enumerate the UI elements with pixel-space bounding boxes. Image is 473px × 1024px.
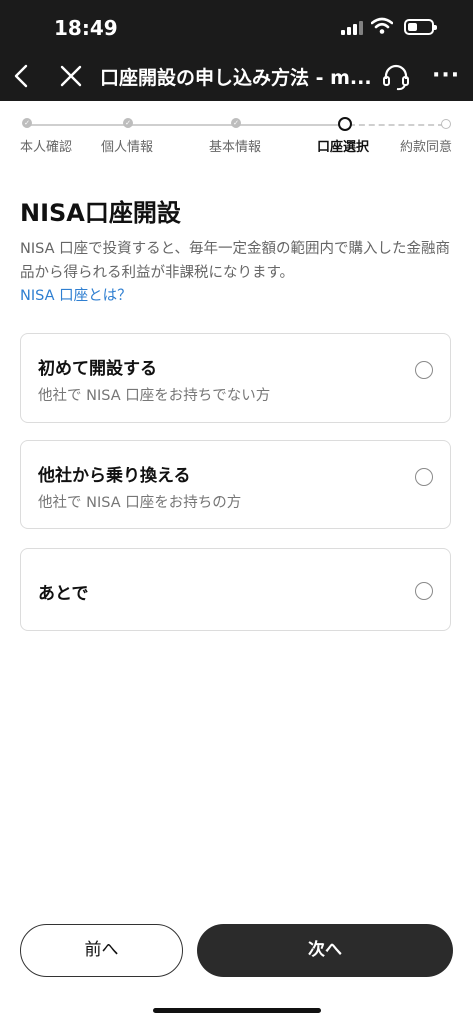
step-line-remaining — [349, 124, 444, 126]
step-label-current: 口座選択 — [317, 140, 370, 155]
page-title: 口座開設の申し込み方法 - m... — [100, 67, 370, 89]
more-icon[interactable]: ··· — [432, 64, 460, 88]
option-subtitle: 他社で NISA 口座をお持ちの方 — [38, 495, 242, 511]
prev-button[interactable]: 前へ — [20, 924, 183, 977]
battery-icon — [404, 19, 437, 35]
chevron-left-icon[interactable] — [10, 62, 34, 90]
section-heading: NISA口座開設 — [20, 199, 181, 227]
step-line-done — [27, 124, 343, 126]
status-time: 18:49 — [54, 16, 118, 40]
signal-icon — [341, 21, 363, 35]
top-bar: 18:49 口座開設の申し込み方法 - m... ··· — [0, 0, 473, 101]
step-dot-current — [338, 117, 352, 131]
option-card-later[interactable]: あとで — [20, 548, 451, 631]
step-dot-done: ✓ — [123, 118, 133, 128]
option-title: あとで — [38, 584, 89, 604]
next-button[interactable]: 次へ — [197, 924, 453, 977]
radio-button[interactable] — [415, 468, 433, 486]
step-dot-done: ✓ — [231, 118, 241, 128]
step-dot-done: ✓ — [22, 118, 32, 128]
nisa-info-link[interactable]: NISA 口座とは？ — [20, 284, 132, 305]
wifi-icon — [371, 17, 393, 34]
step-label: 個人情報 — [101, 140, 154, 155]
headset-icon[interactable] — [381, 62, 411, 92]
option-title: 初めて開設する — [38, 359, 157, 379]
option-subtitle: 他社で NISA 口座をお持ちでない方 — [38, 388, 271, 404]
section-description: NISA 口座で投資すると、毎年一定金額の範囲内で購入した金融商品から得られる利… — [20, 241, 451, 281]
radio-button[interactable] — [415, 582, 433, 600]
home-indicator — [153, 1008, 321, 1013]
radio-button[interactable] — [415, 361, 433, 379]
option-card-first-time[interactable]: 初めて開設する 他社で NISA 口座をお持ちでない方 — [20, 333, 451, 423]
step-label: 約款同意 — [400, 140, 453, 155]
option-title: 他社から乗り換える — [38, 466, 191, 486]
step-dot-future — [441, 119, 451, 129]
option-card-transfer[interactable]: 他社から乗り換える 他社で NISA 口座をお持ちの方 — [20, 440, 451, 529]
step-label: 本人確認 — [20, 140, 73, 155]
close-icon[interactable] — [58, 62, 84, 90]
step-label: 基本情報 — [209, 140, 262, 155]
